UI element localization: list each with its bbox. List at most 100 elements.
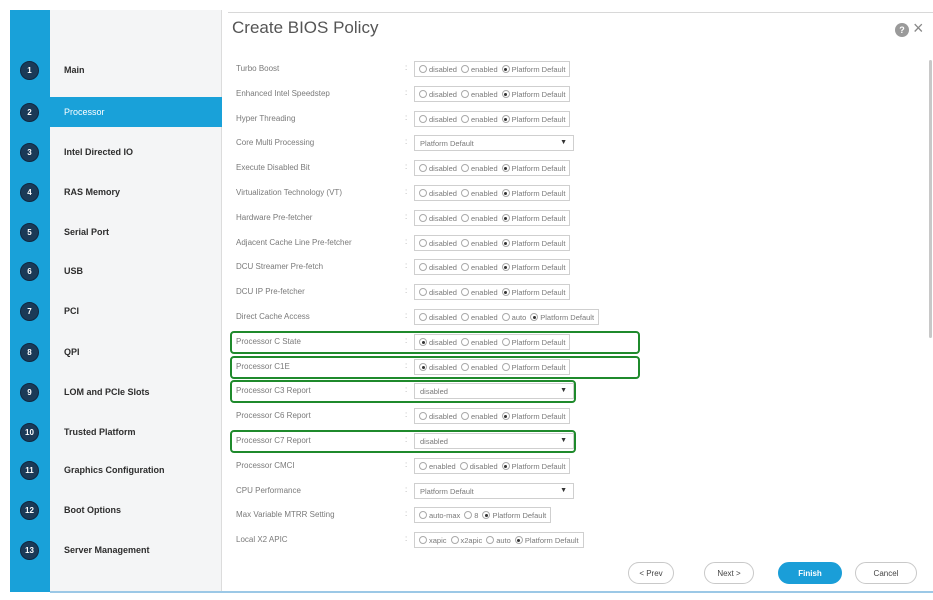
step-item-server-management[interactable]: Server Management <box>50 535 222 565</box>
radio-button-icon[interactable] <box>501 462 510 470</box>
radio-option[interactable]: enabled <box>460 338 498 347</box>
step-number-badge[interactable]: 12 <box>20 501 39 520</box>
step-item-serial-port[interactable]: Serial Port <box>50 217 222 247</box>
radio-button-icon[interactable] <box>419 263 427 271</box>
radio-button-icon[interactable] <box>460 214 469 222</box>
cancel-button[interactable]: Cancel <box>855 562 917 584</box>
step-number-badge[interactable]: 3 <box>20 143 39 162</box>
radio-option[interactable]: disabled <box>419 263 457 272</box>
radio-option[interactable]: Platform Default <box>501 263 565 272</box>
radio-button-icon[interactable] <box>501 164 510 172</box>
chevron-down-icon[interactable]: ▼ <box>560 387 567 394</box>
radio-option[interactable]: enabled <box>460 412 498 421</box>
radio-button-icon[interactable] <box>419 214 427 222</box>
radio-button-icon[interactable] <box>501 363 510 371</box>
radio-option[interactable]: disabled <box>419 65 457 74</box>
radio-option[interactable]: disabled <box>419 214 457 223</box>
radio-button-icon[interactable] <box>419 412 427 420</box>
dropdown-select[interactable]: Platform Default ▼ <box>414 135 574 151</box>
radio-button-icon[interactable] <box>501 189 510 197</box>
step-item-main[interactable]: Main <box>50 55 222 85</box>
step-number-badge[interactable]: 2 <box>20 103 39 122</box>
radio-option[interactable]: enabled <box>460 288 498 297</box>
radio-button-icon[interactable] <box>501 65 510 73</box>
radio-button-icon[interactable] <box>460 115 469 123</box>
radio-option[interactable]: disabled <box>419 90 457 99</box>
radio-option[interactable]: enabled <box>460 313 498 322</box>
radio-option[interactable]: Platform Default <box>501 288 565 297</box>
radio-option[interactable]: enabled <box>460 164 498 173</box>
radio-button-icon[interactable] <box>501 412 510 420</box>
radio-button-icon[interactable] <box>460 189 469 197</box>
radio-button-icon[interactable] <box>460 363 469 371</box>
step-item-boot-options[interactable]: Boot Options <box>50 495 222 525</box>
radio-button-icon[interactable] <box>450 536 459 544</box>
radio-button-icon[interactable] <box>501 214 510 222</box>
step-item-trusted-platform[interactable]: Trusted Platform <box>50 417 222 447</box>
radio-button-icon[interactable] <box>419 288 427 296</box>
radio-button-icon[interactable] <box>419 511 427 519</box>
radio-button-icon[interactable] <box>419 115 427 123</box>
step-item-lom-and-pcie-slots[interactable]: LOM and PCIe Slots <box>50 377 222 407</box>
radio-button-icon[interactable] <box>419 462 427 470</box>
radio-button-icon[interactable] <box>464 511 473 519</box>
radio-button-icon[interactable] <box>419 239 427 247</box>
dropdown-select[interactable]: disabled ▼ <box>414 433 574 449</box>
next-button[interactable]: Next > <box>704 562 754 584</box>
step-number-badge[interactable]: 7 <box>20 302 39 321</box>
radio-option[interactable]: disabled <box>419 115 457 124</box>
radio-button-icon[interactable] <box>419 338 427 346</box>
radio-button-icon[interactable] <box>530 313 539 321</box>
step-number-badge[interactable]: 10 <box>20 423 39 442</box>
chevron-down-icon[interactable]: ▼ <box>560 139 567 146</box>
radio-option[interactable]: disabled <box>419 412 457 421</box>
radio-option[interactable]: disabled <box>419 189 457 198</box>
radio-option[interactable]: enabled <box>419 462 456 471</box>
step-item-graphics-configuration[interactable]: Graphics Configuration <box>50 455 222 485</box>
radio-option[interactable]: Platform Default <box>501 412 565 421</box>
radio-button-icon[interactable] <box>460 65 469 73</box>
close-icon[interactable]: × <box>913 18 924 38</box>
radio-option[interactable]: Platform Default <box>501 462 565 471</box>
radio-button-icon[interactable] <box>419 189 427 197</box>
step-number-badge[interactable]: 5 <box>20 223 39 242</box>
chevron-down-icon[interactable]: ▼ <box>560 487 567 494</box>
radio-button-icon[interactable] <box>460 90 469 98</box>
radio-button-icon[interactable] <box>501 239 510 247</box>
radio-button-icon[interactable] <box>419 363 427 371</box>
step-item-pci[interactable]: PCI <box>50 296 222 326</box>
radio-button-icon[interactable] <box>460 263 469 271</box>
finish-button[interactable]: Finish <box>778 562 842 584</box>
radio-button-icon[interactable] <box>419 313 427 321</box>
radio-option[interactable]: disabled <box>459 462 498 471</box>
radio-button-icon[interactable] <box>501 115 510 123</box>
dropdown-select[interactable]: Platform Default ▼ <box>414 483 574 499</box>
radio-option[interactable]: auto-max <box>419 511 460 520</box>
radio-option[interactable]: disabled <box>419 164 457 173</box>
radio-button-icon[interactable] <box>460 313 469 321</box>
step-item-usb[interactable]: USB <box>50 256 222 286</box>
radio-option[interactable]: Platform Default <box>501 115 565 124</box>
step-item-processor[interactable]: Processor <box>50 97 222 127</box>
radio-option[interactable]: enabled <box>460 115 498 124</box>
radio-option[interactable]: enabled <box>460 239 498 248</box>
help-icon[interactable]: ? <box>895 23 909 37</box>
radio-button-icon[interactable] <box>419 164 427 172</box>
radio-button-icon[interactable] <box>460 239 469 247</box>
radio-button-icon[interactable] <box>460 288 469 296</box>
step-number-badge[interactable]: 11 <box>20 461 39 480</box>
step-number-badge[interactable]: 13 <box>20 541 39 560</box>
radio-option[interactable]: disabled <box>419 239 457 248</box>
radio-button-icon[interactable] <box>501 90 510 98</box>
radio-option[interactable]: x2apic <box>450 536 482 545</box>
step-number-badge[interactable]: 6 <box>20 262 39 281</box>
radio-option[interactable]: xapic <box>419 536 447 545</box>
radio-button-icon[interactable] <box>501 338 510 346</box>
radio-button-icon[interactable] <box>486 536 495 544</box>
radio-option[interactable]: Platform Default <box>501 338 565 347</box>
radio-option[interactable]: enabled <box>460 189 498 198</box>
radio-option[interactable]: Platform Default <box>482 511 546 520</box>
radio-option[interactable]: Platform Default <box>501 239 565 248</box>
radio-button-icon[interactable] <box>419 65 427 73</box>
radio-option[interactable]: enabled <box>460 214 498 223</box>
